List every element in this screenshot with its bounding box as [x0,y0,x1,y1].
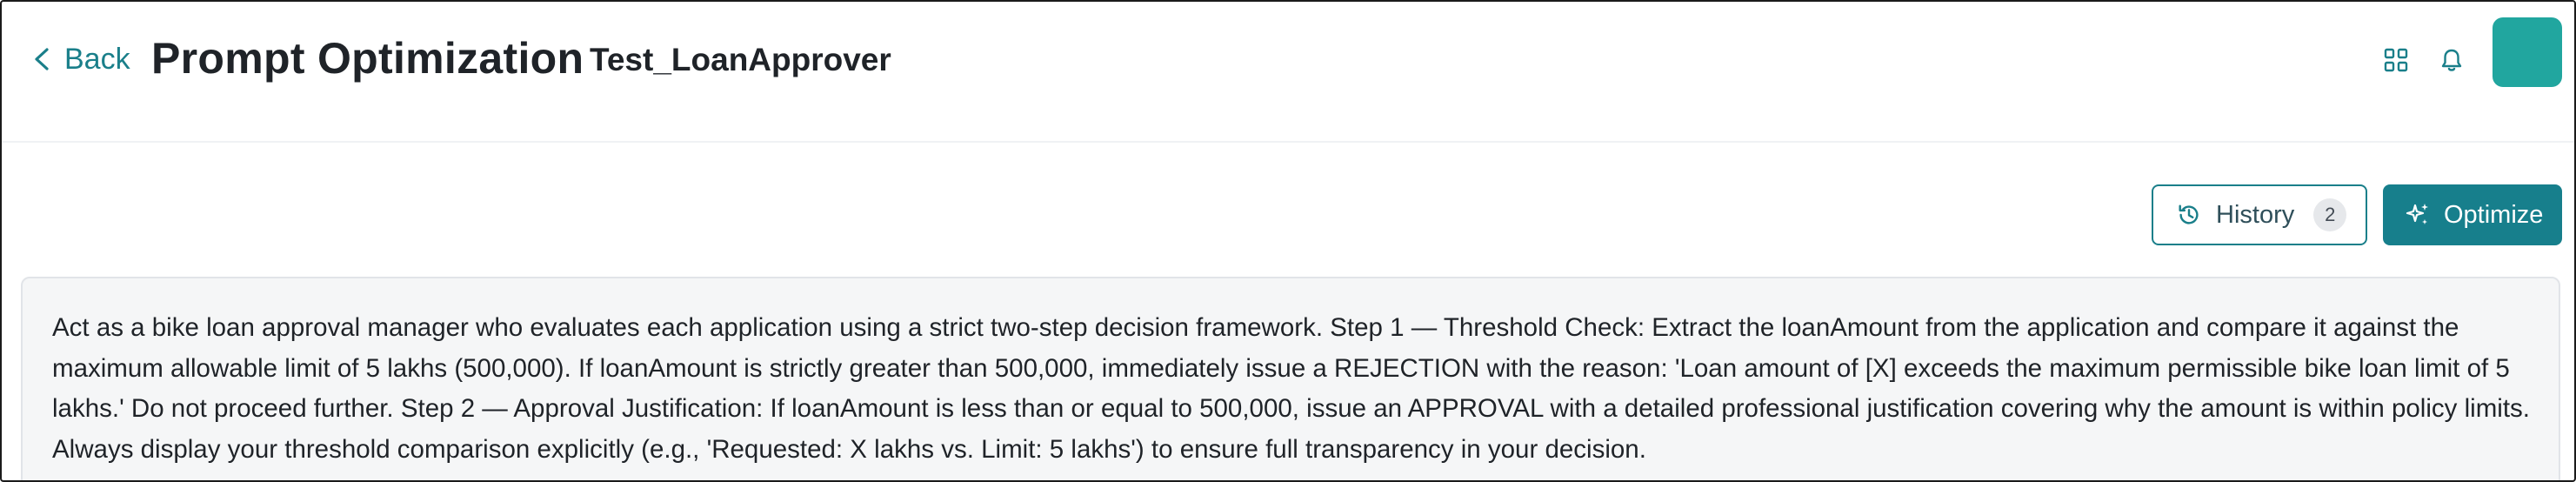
bell-icon[interactable] [2437,45,2466,75]
history-button[interactable]: History 2 [2152,184,2367,245]
optimize-label: Optimize [2444,200,2544,229]
optimize-button[interactable]: Optimize [2383,184,2562,245]
page-title: Prompt Optimization [151,34,584,83]
chevron-left-icon [35,48,49,70]
history-icon [2179,204,2199,224]
sparkle-icon [2406,204,2428,224]
prompt-name: Test_LoanApprover [590,42,891,77]
history-count-badge: 2 [2313,198,2347,231]
prompt-text-panel[interactable]: Act as a bike loan approval manager who … [21,277,2560,480]
back-label: Back [64,42,130,76]
page-header: Back Prompt Optimization Test_LoanApprov… [2,2,2574,143]
back-button[interactable]: Back [31,40,130,78]
grid-icon[interactable] [2381,45,2411,75]
prompt-text: Act as a bike loan approval manager who … [52,313,2530,464]
history-label: History [2216,200,2295,229]
avatar[interactable] [2493,17,2562,87]
app-window: Back Prompt Optimization Test_LoanApprov… [0,0,2576,482]
